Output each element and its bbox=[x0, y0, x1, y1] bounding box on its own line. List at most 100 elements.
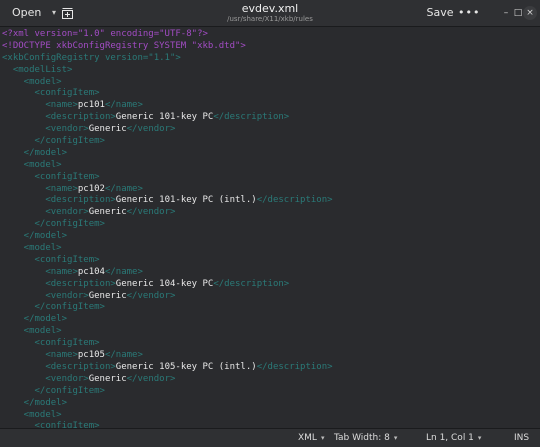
code-line: <modelList> bbox=[2, 65, 540, 77]
cursor-position-selector[interactable]: Ln 1, Col 1 ▾ bbox=[426, 432, 481, 444]
close-button[interactable]: × bbox=[523, 6, 537, 20]
code-token: </name> bbox=[104, 183, 143, 194]
code-token: <configItem> bbox=[2, 254, 100, 265]
save-button[interactable]: Save bbox=[424, 4, 456, 22]
code-token: pc101 bbox=[77, 100, 105, 111]
chevron-down-icon: ▾ bbox=[51, 8, 56, 17]
status-bar: XML ▾ Tab Width: 8 ▾ Ln 1, Col 1 ▾ INS bbox=[0, 428, 540, 447]
code-token: </vendor> bbox=[126, 207, 176, 218]
code-line: <description>Generic 104-key PC</descrip… bbox=[2, 279, 540, 291]
code-token: <configItem> bbox=[2, 88, 100, 99]
language-label: XML bbox=[298, 433, 317, 443]
code-line: <configItem> bbox=[2, 172, 540, 184]
new-tab-icon bbox=[61, 7, 73, 19]
code-line: <model> bbox=[2, 410, 540, 422]
code-line: </configItem> bbox=[2, 136, 540, 148]
code-token: Generic bbox=[88, 373, 127, 384]
code-line: <vendor>Generic</vendor> bbox=[2, 207, 540, 219]
code-token: </configItem> bbox=[2, 385, 105, 396]
code-token: pc105 bbox=[77, 350, 105, 361]
code-token: <configItem> bbox=[2, 171, 100, 182]
code-line: <?xml version="1.0" encoding="UTF-8"?> bbox=[2, 29, 540, 41]
insert-mode-indicator[interactable]: INS bbox=[514, 432, 529, 444]
code-token: Generic bbox=[88, 290, 127, 301]
hamburger-icon[interactable]: ••• bbox=[458, 4, 479, 22]
code-token: Generic 105-key PC (intl.) bbox=[115, 361, 257, 372]
code-token: </model> bbox=[2, 397, 68, 408]
code-token: </name> bbox=[104, 100, 143, 111]
code-token: </model> bbox=[2, 231, 68, 242]
code-token: </description> bbox=[256, 195, 333, 206]
code-token: </configItem> bbox=[2, 302, 105, 313]
code-token: <name> bbox=[2, 266, 78, 277]
code-line: </configItem> bbox=[2, 386, 540, 398]
code-token: </configItem> bbox=[2, 219, 105, 230]
open-button[interactable]: Open ▾ bbox=[10, 4, 60, 22]
code-line: <name>pc104</name> bbox=[2, 267, 540, 279]
header-bar: Open ▾ evdev.xml /usr/share/X11/xkb/rule… bbox=[0, 0, 540, 27]
code-token: <model> bbox=[2, 76, 62, 87]
code-line: <description>Generic 105-key PC (intl.)<… bbox=[2, 362, 540, 374]
chevron-down-icon: ▾ bbox=[320, 434, 325, 442]
code-line: <description>Generic 101-key PC (intl.)<… bbox=[2, 195, 540, 207]
code-token: <model> bbox=[2, 159, 62, 170]
gedit-window: Open ▾ evdev.xml /usr/share/X11/xkb/rule… bbox=[0, 0, 540, 447]
code-token: <configItem> bbox=[2, 421, 100, 428]
code-token: <model> bbox=[2, 326, 62, 337]
code-token: <vendor> bbox=[2, 207, 89, 218]
code-token: </model> bbox=[2, 314, 68, 325]
tab-width-selector[interactable]: Tab Width: 8 ▾ bbox=[334, 432, 397, 444]
code-line: <!DOCTYPE xkbConfigRegistry SYSTEM "xkb.… bbox=[2, 41, 540, 53]
code-token: Generic 104-key PC bbox=[115, 278, 214, 289]
code-view[interactable]: <?xml version="1.0" encoding="UTF-8"?> <!… bbox=[0, 27, 540, 428]
code-token: <description> bbox=[2, 278, 116, 289]
code-line: <model> bbox=[2, 326, 540, 338]
code-token: pc102 bbox=[77, 183, 105, 194]
code-token: <name> bbox=[2, 183, 78, 194]
code-token: <xkbConfigRegistry version="1.1"> bbox=[2, 52, 181, 63]
window-title-block: evdev.xml /usr/share/X11/xkb/rules bbox=[190, 2, 350, 24]
code-line: <configItem> bbox=[2, 88, 540, 100]
code-line: <vendor>Generic</vendor> bbox=[2, 291, 540, 303]
code-line: <model> bbox=[2, 160, 540, 172]
code-line: <name>pc105</name> bbox=[2, 350, 540, 362]
code-token: <modelList> bbox=[2, 64, 73, 75]
code-line: <configItem> bbox=[2, 255, 540, 267]
code-line: <xkbConfigRegistry version="1.1"> bbox=[2, 53, 540, 65]
tab-width-label: Tab Width: 8 bbox=[334, 433, 390, 443]
window-subtitle: /usr/share/X11/xkb/rules bbox=[227, 15, 313, 23]
code-line: <model> bbox=[2, 243, 540, 255]
code-line: </model> bbox=[2, 148, 540, 160]
code-token: Generic 101-key PC bbox=[115, 112, 214, 123]
new-tab-button[interactable] bbox=[58, 4, 76, 22]
code-token: </vendor> bbox=[126, 373, 176, 384]
code-line: <configItem> bbox=[2, 338, 540, 350]
code-token: <name> bbox=[2, 100, 78, 111]
code-token: <configItem> bbox=[2, 338, 100, 349]
code-line: </configItem> bbox=[2, 302, 540, 314]
code-token: <vendor> bbox=[2, 373, 89, 384]
code-line: <model> bbox=[2, 77, 540, 89]
code-token: </description> bbox=[256, 361, 333, 372]
code-line: <vendor>Generic</vendor> bbox=[2, 374, 540, 386]
code-token: </model> bbox=[2, 147, 68, 158]
code-line: </model> bbox=[2, 314, 540, 326]
code-token: <description> bbox=[2, 195, 116, 206]
code-token: </description> bbox=[213, 112, 290, 123]
code-token: <description> bbox=[2, 112, 116, 123]
code-line: </model> bbox=[2, 231, 540, 243]
text-editor-area[interactable]: <?xml version="1.0" encoding="UTF-8"?> <!… bbox=[0, 27, 540, 428]
code-token: <name> bbox=[2, 350, 78, 361]
chevron-down-icon: ▾ bbox=[393, 434, 398, 442]
code-token: </name> bbox=[104, 266, 143, 277]
code-token: Generic 101-key PC (intl.) bbox=[115, 195, 257, 206]
code-line: <name>pc101</name> bbox=[2, 100, 540, 112]
code-token: <vendor> bbox=[2, 290, 89, 301]
code-line: </configItem> bbox=[2, 219, 540, 231]
code-token: <?xml version="1.0" encoding="UTF-8"?> bbox=[2, 29, 208, 39]
code-line: <description>Generic 101-key PC</descrip… bbox=[2, 112, 540, 124]
code-token: </name> bbox=[104, 350, 143, 361]
open-button-label: Open bbox=[12, 6, 42, 19]
code-line: <vendor>Generic</vendor> bbox=[2, 124, 540, 136]
language-selector[interactable]: XML ▾ bbox=[298, 432, 324, 444]
